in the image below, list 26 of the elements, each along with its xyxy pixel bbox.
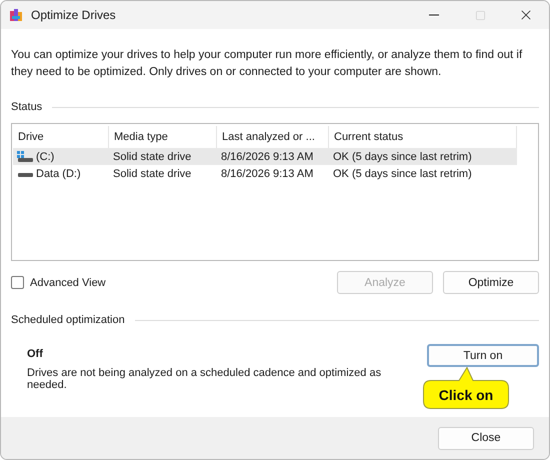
window-title: Optimize Drives: [31, 8, 117, 22]
table-cell: 8/16/2026 9:13 AM: [221, 168, 314, 180]
drive-icon: [17, 150, 33, 162]
table-cell: (C:): [36, 150, 54, 162]
table-cell: Solid state drive: [113, 150, 192, 162]
checkbox[interactable]: [11, 276, 24, 289]
section-heading: Scheduled optimization: [11, 314, 125, 326]
minimize-icon: [429, 14, 439, 16]
table-cell: OK (5 days since last retrim): [333, 150, 472, 162]
close-dialog-button[interactable]: Close: [438, 426, 534, 450]
description-text: You can optimize your drives to help your computer run more efficiently, or analyze them to find out if they need to be optimized. Only drives on or connected to your computer are shown.: [11, 48, 524, 80]
section-heading: Status: [11, 101, 42, 113]
table-cell: 8/16/2026 9:13 AM: [221, 150, 314, 162]
callout-bubble: Click on: [423, 367, 509, 409]
schedule-state: Off: [27, 348, 44, 360]
table-cell: OK (5 days since last retrim): [333, 168, 472, 180]
table-cell: Solid state drive: [113, 168, 192, 180]
schedule-description: Drives are not being analyzed on a scheduled cadence and optimized as needed.: [27, 367, 382, 391]
app-icon: [9, 8, 23, 22]
drive-row[interactable]: (C:) Solid state drive 8/16/2026 9:13 AM OK (5 days since last retrim): [13, 148, 517, 165]
maximize-icon: [474, 10, 486, 20]
turn-on-button[interactable]: Turn on: [427, 344, 539, 367]
table-cell: Data (D:): [36, 168, 81, 180]
drive-row[interactable]: Data (D:) Solid state drive 8/16/2026 9:13 AM OK (5 days since last retrim): [13, 165, 517, 182]
optimize-button[interactable]: Optimize: [443, 271, 539, 294]
checkbox-label: Advanced View: [30, 276, 106, 288]
